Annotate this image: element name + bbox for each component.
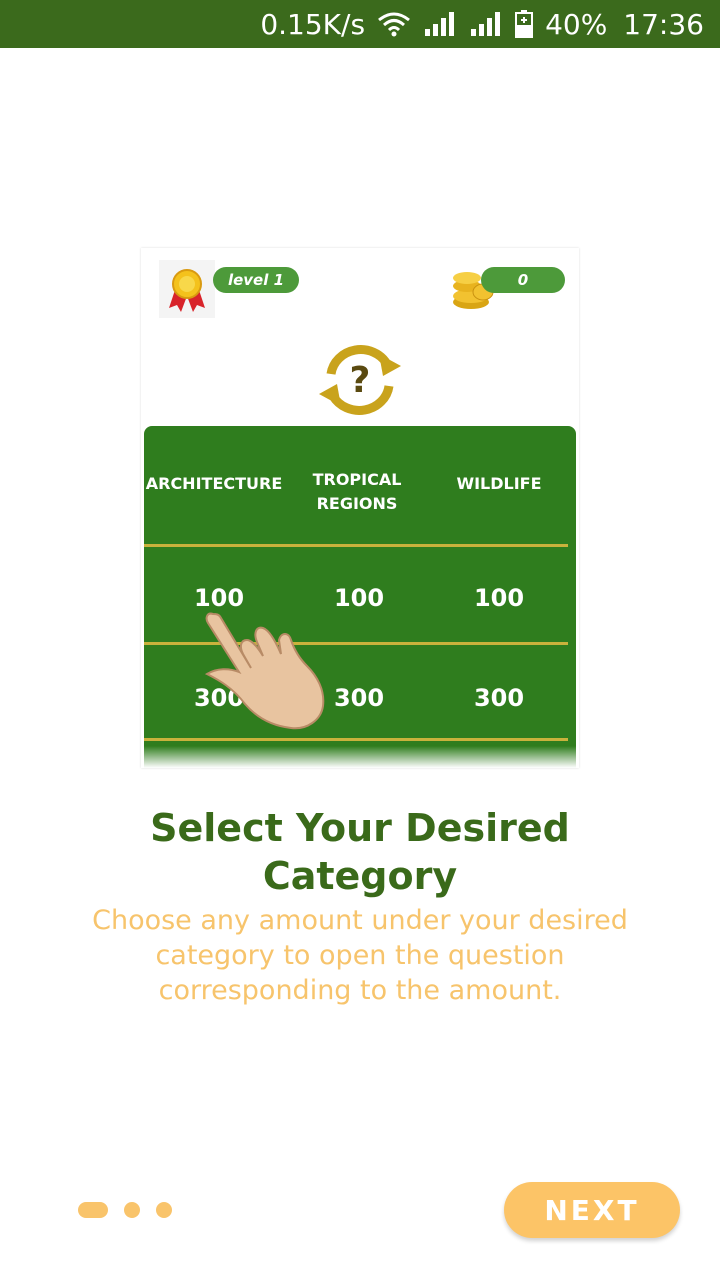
signal-icon — [423, 11, 457, 37]
signal-icon — [469, 11, 503, 37]
battery-charging-icon — [515, 10, 534, 38]
amount-cell: 300 — [473, 684, 525, 712]
divider — [144, 738, 568, 741]
amount-cell: 100 — [473, 584, 525, 612]
next-button[interactable]: NEXT — [504, 1182, 680, 1238]
clock: 17:36 — [623, 7, 704, 41]
divider — [144, 544, 568, 547]
page-description: Choose any amount under your desired cat… — [92, 905, 628, 1006]
category-tropical-regions: TROPICAL REGIONS — [312, 470, 402, 513]
level-label: level 1 — [227, 271, 285, 289]
svg-text:?: ? — [350, 360, 371, 401]
wifi-icon — [377, 11, 411, 37]
category-architecture: ARCHITECTURE — [145, 474, 283, 493]
network-speed: 0.15K/s — [260, 7, 366, 41]
next-button-label: NEXT — [544, 1193, 640, 1227]
page-indicator-active — [78, 1202, 108, 1218]
fade-overlay — [141, 746, 579, 768]
amount-cell: 100 — [193, 584, 245, 612]
question-refresh-icon: ? — [313, 340, 407, 425]
onboarding-illustration: level 1 0 ? ARCHITECTURE TROPICAL REGION… — [141, 248, 579, 768]
pointing-hand-icon — [199, 610, 329, 737]
coins-pill: 0 — [481, 267, 565, 293]
status-bar: 0.15K/s 40% 17:36 — [0, 0, 720, 48]
coins-count: 0 — [517, 271, 529, 289]
page-indicator — [156, 1202, 172, 1218]
category-wildlife: WILDLIFE — [456, 474, 542, 493]
page-indicator — [124, 1202, 140, 1218]
medal-icon — [159, 260, 215, 318]
page-title: Select Your Desired Category — [150, 806, 570, 898]
amount-cell: 100 — [333, 584, 385, 612]
level-pill: level 1 — [213, 267, 299, 293]
battery-level: 40% — [545, 7, 608, 41]
